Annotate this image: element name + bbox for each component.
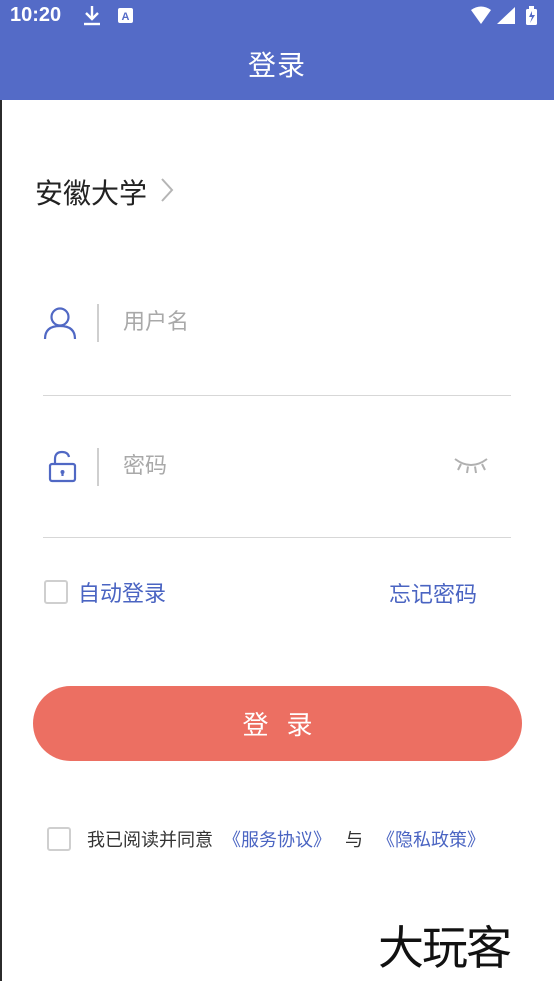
watermark: 大玩客 [378, 921, 512, 975]
lock-icon [48, 450, 78, 488]
signal-icon [497, 7, 515, 24]
agreement-checkbox[interactable] [47, 827, 71, 851]
status-bar: 10:20 A [0, 0, 554, 32]
school-name: 安徽大学 [35, 177, 148, 210]
username-input[interactable] [123, 300, 423, 344]
download-icon [84, 6, 100, 26]
school-selector[interactable]: 安徽大学 [35, 172, 175, 212]
auto-login-option[interactable]: 自动登录 [44, 576, 166, 608]
status-right-icons [470, 6, 544, 30]
auto-login-label: 自动登录 [78, 582, 167, 607]
privacy-policy-link[interactable]: 《隐私政策》 [377, 826, 485, 852]
service-agreement-link[interactable]: 《服务协议》 [223, 826, 331, 852]
eye-closed-icon[interactable] [453, 455, 489, 479]
agreement-row: 我已阅读并同意 《服务协议》 与 《隐私政策》 [47, 826, 485, 852]
title-bar: 登录 [0, 32, 554, 100]
agreement-prefix: 我已阅读并同意 [87, 830, 213, 851]
password-underline [43, 537, 511, 538]
status-left-icons: A [82, 5, 142, 31]
password-input[interactable] [123, 444, 423, 488]
wifi-icon [471, 6, 491, 24]
user-icon [43, 306, 77, 344]
agreement-and-text: 与 [345, 830, 363, 851]
status-time: 10:20 [10, 4, 62, 26]
page-title: 登录 [247, 49, 306, 82]
username-divider [97, 304, 99, 342]
battery-icon [526, 6, 537, 25]
left-edge-border [0, 100, 2, 981]
username-underline [43, 395, 511, 396]
password-row [43, 440, 511, 500]
username-row [43, 296, 511, 356]
forgot-password-link[interactable]: 忘记密码 [389, 577, 477, 609]
svg-text:A: A [122, 11, 130, 23]
login-button[interactable]: 登录 [33, 686, 522, 761]
password-divider [97, 448, 99, 486]
a-badge-icon: A [118, 8, 133, 23]
chevron-right-icon [159, 176, 175, 208]
auto-login-checkbox[interactable] [44, 580, 68, 604]
